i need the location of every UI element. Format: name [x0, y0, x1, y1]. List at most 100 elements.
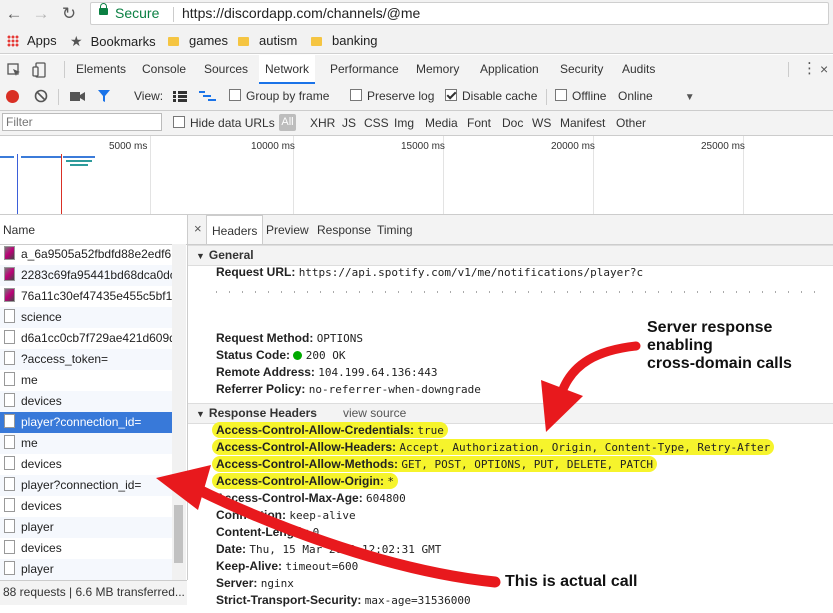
request-name: me	[21, 436, 38, 450]
request-row[interactable]: me	[0, 433, 172, 454]
image-file-icon	[4, 267, 15, 281]
device-toolbar-icon[interactable]	[32, 62, 48, 78]
tab-audits[interactable]: Audits	[622, 55, 655, 84]
bookmark-banking[interactable]: banking	[311, 32, 378, 50]
view-source-link[interactable]: view source	[343, 406, 406, 420]
header-value: 604800	[366, 492, 406, 505]
request-row[interactable]: player?connection_id=	[0, 412, 172, 433]
request-row[interactable]: d6a1cc0cb7f729ae421d609d	[0, 328, 172, 349]
request-row[interactable]: player	[0, 559, 172, 580]
reload-icon[interactable]: ↻	[58, 3, 80, 25]
header-name: Server:	[216, 576, 258, 590]
request-method-label: Request Method:	[216, 331, 314, 345]
request-row[interactable]: devices	[0, 496, 172, 517]
request-row[interactable]: devices	[0, 454, 172, 475]
tab-console[interactable]: Console	[142, 55, 186, 84]
highlighted-header: Access-Control-Allow-Credentials: true	[212, 422, 448, 438]
tab-performance[interactable]: Performance	[330, 55, 399, 84]
request-url-row: Request URL: https://api.spotify.com/v1/…	[216, 265, 643, 280]
header-value: GET, POST, OPTIONS, PUT, DELETE, PATCH	[401, 458, 654, 471]
filter-other[interactable]: Other	[616, 116, 646, 130]
highlighted-header: Access-Control-Allow-Origin: *	[212, 473, 398, 489]
throttling-select[interactable]: Online ▼	[618, 89, 695, 103]
record-icon[interactable]	[6, 90, 19, 103]
response-header-row: Access-Control-Allow-Methods: GET, POST,…	[212, 456, 658, 472]
tab-preview[interactable]: Preview	[266, 215, 309, 244]
checkbox-icon	[229, 89, 241, 101]
filter-ws[interactable]: WS	[532, 116, 551, 130]
request-row[interactable]: devices	[0, 391, 172, 412]
tab-elements[interactable]: Elements	[76, 55, 126, 84]
request-row[interactable]: 76a11c30ef47435e455c5bf1.	[0, 286, 172, 307]
tab-memory[interactable]: Memory	[416, 55, 459, 84]
inspect-element-icon[interactable]	[7, 63, 21, 77]
preserve-log-checkbox[interactable]: Preserve log	[350, 89, 434, 103]
request-row[interactable]: a_6a9505a52fbdfd88e2edf6	[0, 244, 172, 265]
timeline-overview[interactable]: 5000 ms 10000 ms 15000 ms 20000 ms 25000…	[0, 136, 833, 215]
filter-doc[interactable]: Doc	[502, 116, 523, 130]
response-header-row: Keep-Alive: timeout=600	[216, 559, 358, 574]
bookmark-games[interactable]: games	[168, 32, 228, 50]
scrollbar-thumb[interactable]	[174, 505, 183, 563]
forward-arrow-icon[interactable]: →	[30, 3, 52, 25]
tab-network[interactable]: Network	[259, 55, 316, 84]
image-file-icon	[4, 288, 15, 302]
name-column-header[interactable]: Name	[0, 215, 187, 245]
more-options-icon[interactable]: ⋮	[802, 60, 817, 78]
tab-application[interactable]: Application	[480, 55, 539, 84]
url-text[interactable]: https://discordapp.com/channels/@me	[182, 5, 420, 21]
filter-media[interactable]: Media	[425, 116, 458, 130]
filter-icon[interactable]	[97, 89, 111, 103]
filter-xhr[interactable]: XHR	[310, 116, 335, 130]
tab-timing[interactable]: Timing	[377, 215, 413, 244]
tab-sources[interactable]: Sources	[204, 55, 248, 84]
document-file-icon	[4, 393, 15, 407]
filter-font[interactable]: Font	[467, 116, 491, 130]
filter-css[interactable]: CSS	[364, 116, 389, 130]
tab-headers[interactable]: Headers	[206, 215, 264, 244]
clear-icon[interactable]	[34, 89, 48, 103]
network-toolbar: View: Group by frame Preserve log Disabl…	[0, 84, 833, 111]
request-row[interactable]: ?access_token=	[0, 349, 172, 370]
response-headers-section-header[interactable]: ▼ Response Headers view source	[188, 403, 833, 424]
request-row[interactable]: science	[0, 307, 172, 328]
tab-response[interactable]: Response	[317, 215, 371, 244]
request-row[interactable]: player?connection_id=	[0, 475, 172, 496]
close-icon[interactable]: ×	[820, 60, 828, 78]
disable-cache-checkbox[interactable]: Disable cache	[445, 89, 537, 103]
filter-manifest[interactable]: Manifest	[560, 116, 605, 130]
header-name: Date:	[216, 542, 247, 556]
close-icon[interactable]: ×	[194, 222, 202, 236]
back-arrow-icon[interactable]: ←	[3, 3, 25, 25]
general-section-header[interactable]: ▼ General	[188, 245, 833, 266]
group-by-frame-checkbox[interactable]: Group by frame	[229, 89, 329, 103]
offline-checkbox[interactable]: Offline	[555, 89, 606, 103]
bookmark-bookmarks[interactable]: ★ Bookmarks	[70, 32, 156, 50]
remote-address-row: Remote Address: 104.199.64.136:443	[216, 365, 437, 380]
header-name: Access-Control-Allow-Methods:	[216, 457, 399, 471]
tab-security[interactable]: Security	[560, 55, 603, 84]
large-rows-icon[interactable]	[173, 91, 187, 102]
filter-js[interactable]: JS	[342, 116, 356, 130]
filter-input[interactable]	[2, 113, 162, 131]
hide-data-urls-checkbox[interactable]: Hide data URLs	[173, 116, 275, 130]
timeline-tick-label: 20000 ms	[551, 141, 595, 152]
request-row[interactable]: 2283c69fa95441bd68dca0dc	[0, 265, 172, 286]
filter-img[interactable]: Img	[394, 116, 414, 130]
bookmark-label: Apps	[27, 33, 57, 48]
redacted-url-line	[216, 291, 816, 293]
request-row[interactable]: devices	[0, 538, 172, 559]
request-row[interactable]: me	[0, 370, 172, 391]
bookmark-autism[interactable]: autism	[238, 32, 297, 50]
request-name: devices	[21, 394, 62, 408]
header-name: Keep-Alive:	[216, 559, 283, 573]
request-row[interactable]: player	[0, 517, 172, 538]
waterfall-icon[interactable]	[199, 90, 217, 103]
expand-triangle-icon: ▼	[196, 409, 205, 419]
checkbox-icon	[555, 89, 567, 101]
bookmark-apps[interactable]: Apps	[7, 32, 57, 50]
view-label: View:	[134, 89, 164, 103]
capture-screenshots-icon[interactable]	[70, 90, 86, 103]
filter-all-button[interactable]: All	[279, 114, 296, 131]
url-field[interactable]: Secure https://discordapp.com/channels/@…	[90, 2, 829, 25]
